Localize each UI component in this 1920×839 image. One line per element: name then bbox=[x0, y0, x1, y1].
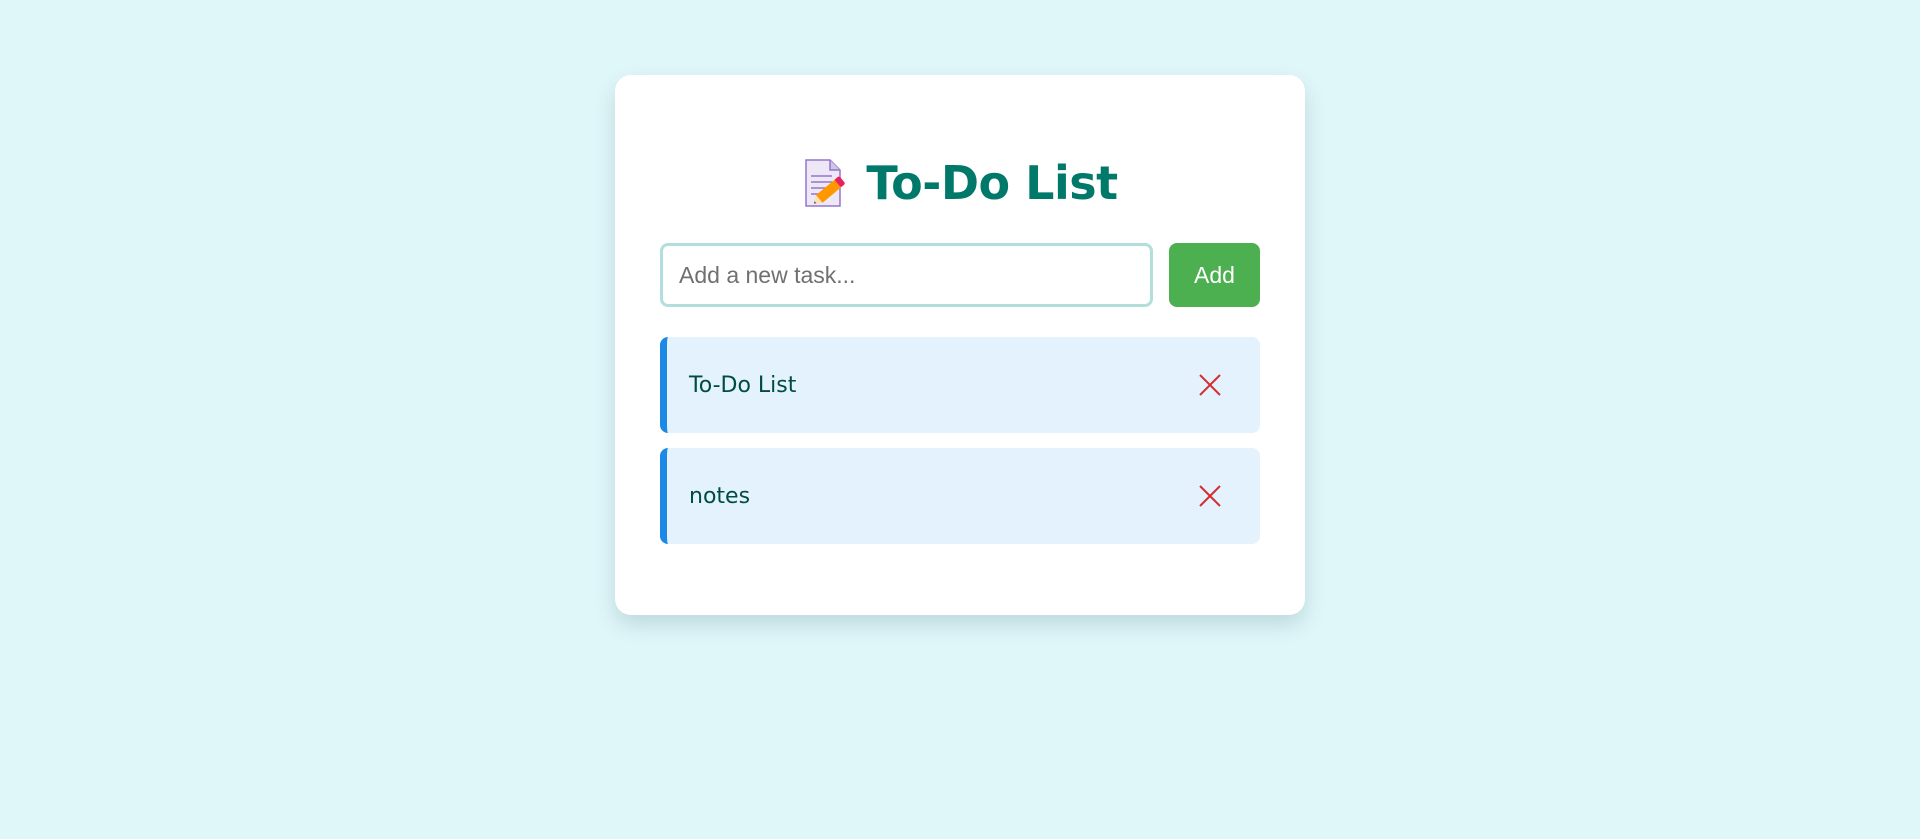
task-list: To-Do List notes bbox=[660, 337, 1260, 544]
list-item: To-Do List bbox=[660, 337, 1260, 433]
task-text[interactable]: notes bbox=[689, 484, 750, 509]
list-item: notes bbox=[660, 448, 1260, 544]
memo-icon bbox=[802, 158, 848, 208]
add-task-form: Add bbox=[660, 243, 1260, 307]
task-input[interactable] bbox=[660, 243, 1153, 307]
page-title: To-Do List bbox=[866, 156, 1118, 210]
add-button[interactable]: Add bbox=[1169, 243, 1260, 307]
close-icon[interactable] bbox=[1197, 372, 1223, 398]
todo-card: To-Do List Add To-Do List notes bbox=[615, 75, 1305, 615]
close-icon[interactable] bbox=[1197, 483, 1223, 509]
task-text[interactable]: To-Do List bbox=[689, 373, 796, 398]
header: To-Do List bbox=[660, 155, 1260, 211]
